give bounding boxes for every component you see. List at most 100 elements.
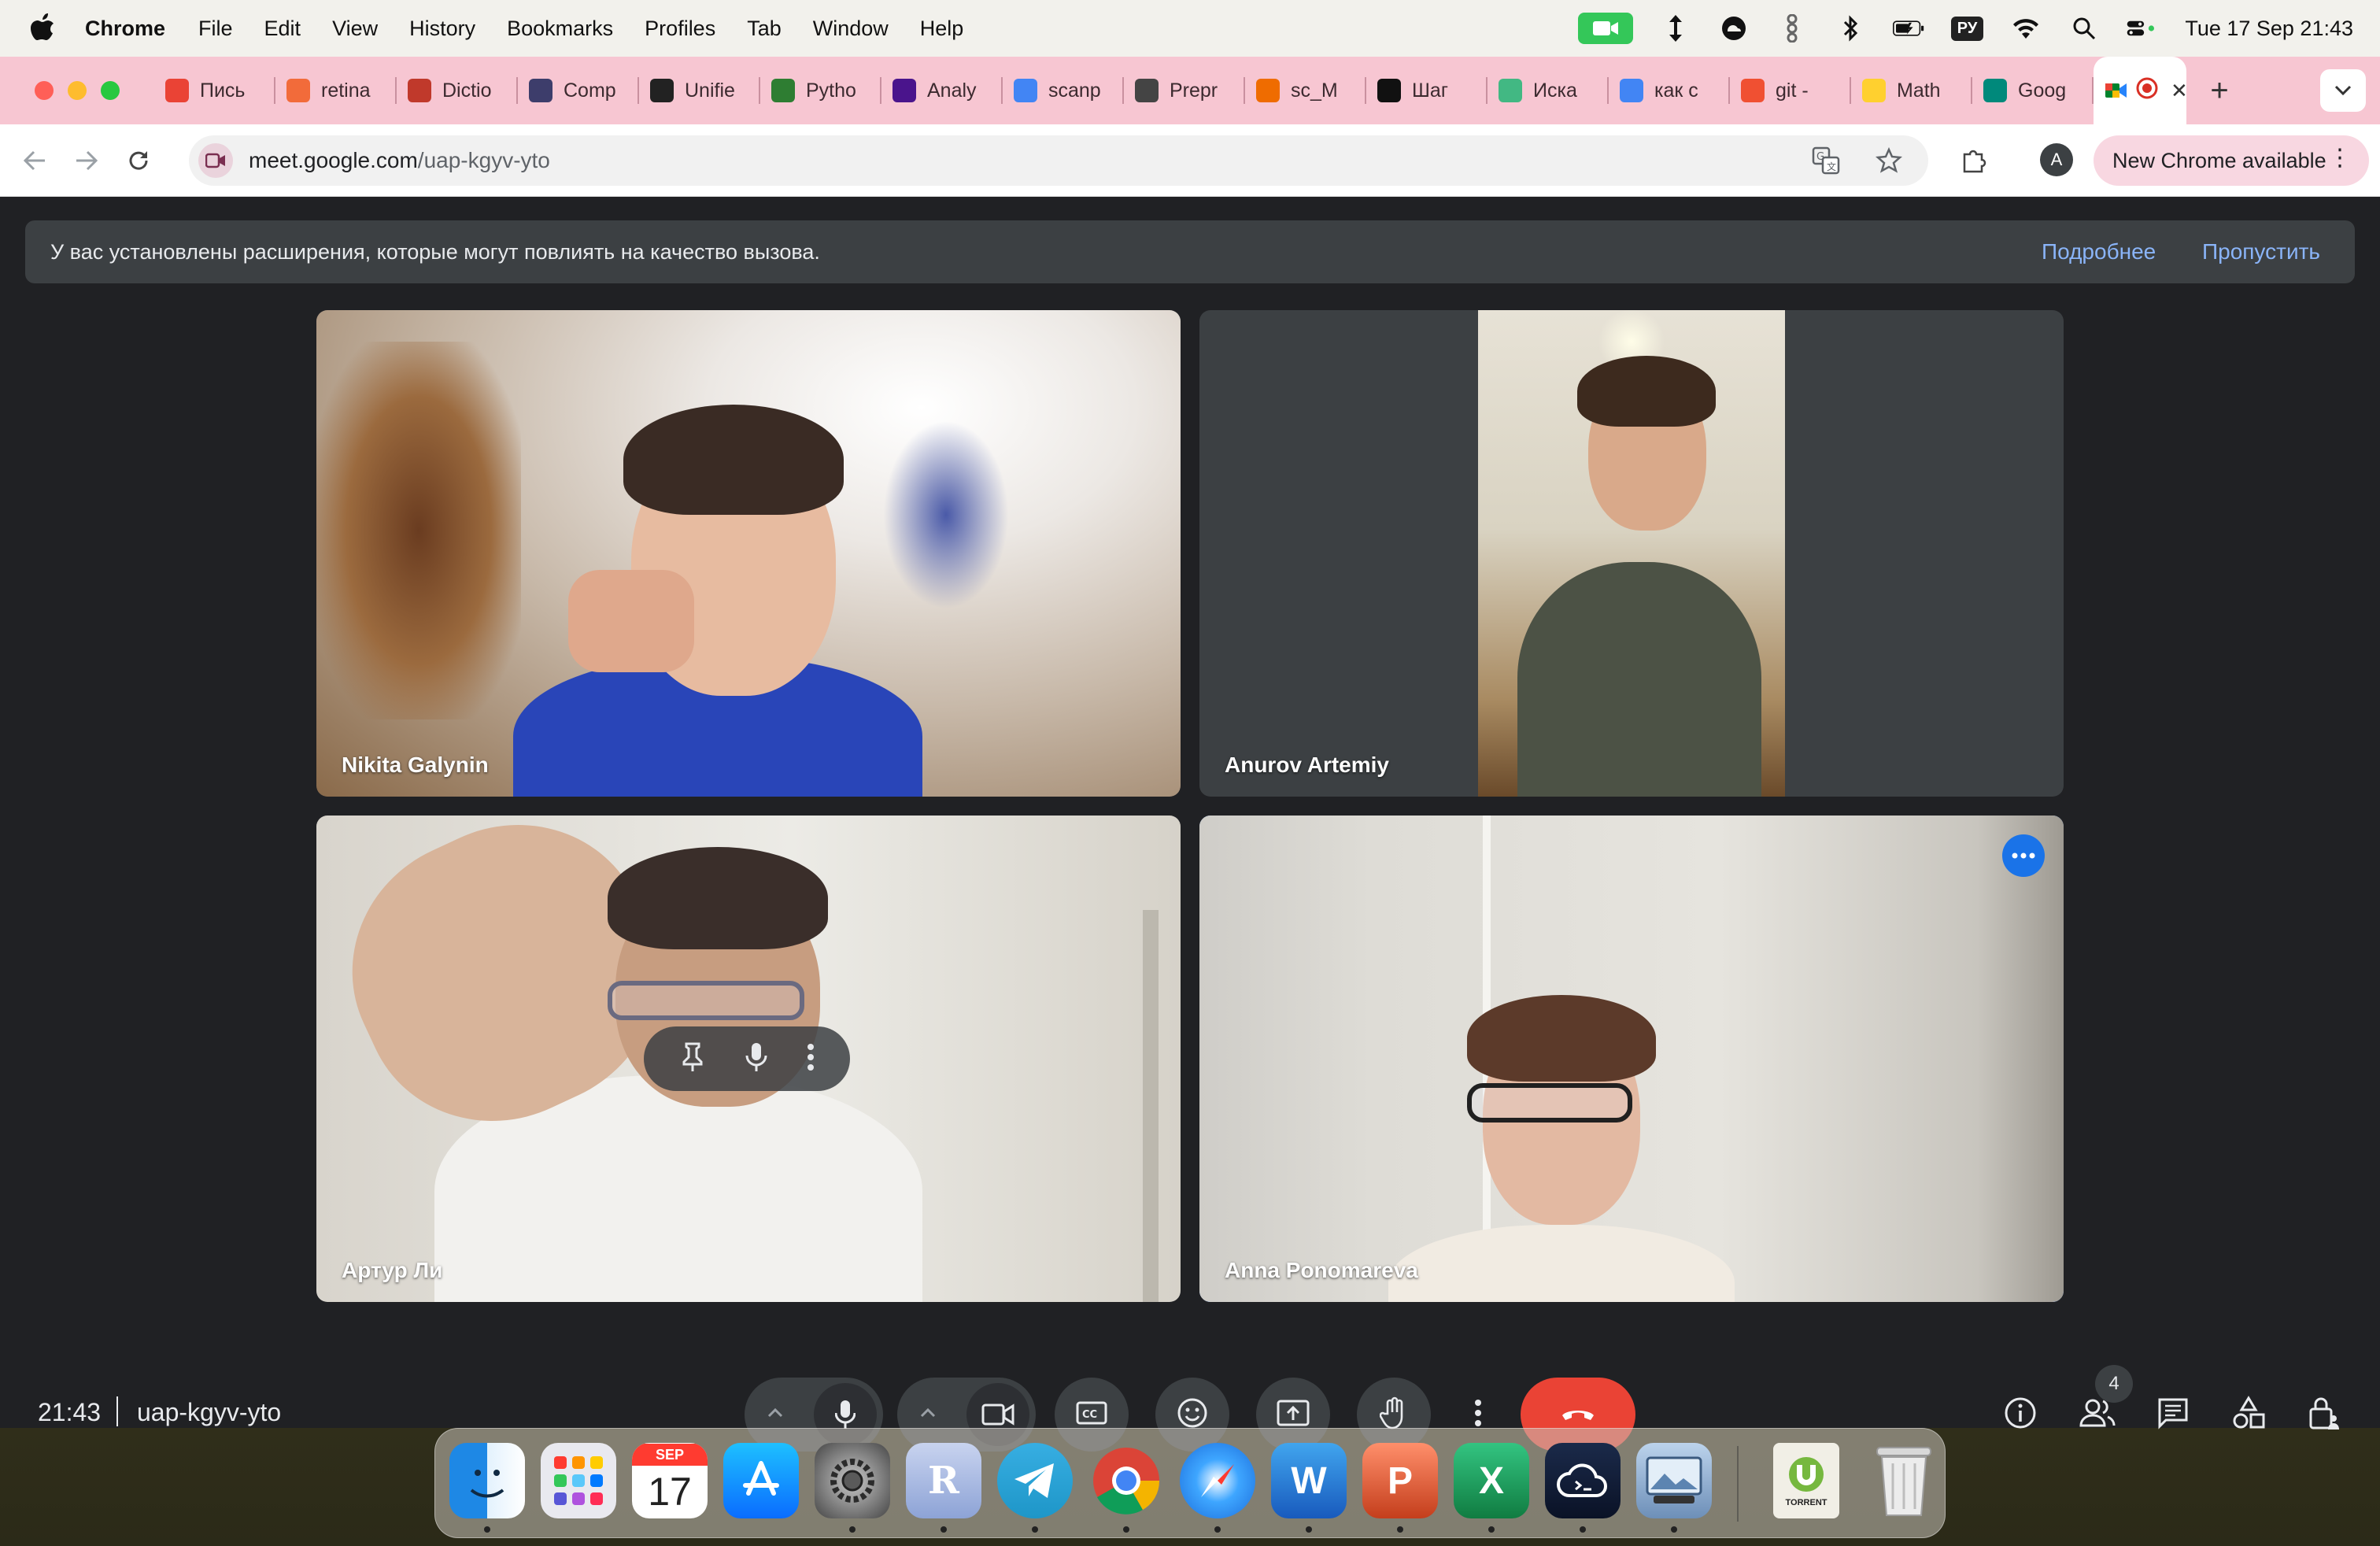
chrome-update-button[interactable]: New Chrome available ⋮ xyxy=(2094,135,2369,186)
browser-tab[interactable]: Dictio xyxy=(397,57,518,124)
tab-label: Analy xyxy=(927,79,977,102)
microphone-icon[interactable] xyxy=(745,1041,768,1077)
participant-tile-1[interactable]: Nikita Galynin xyxy=(316,310,1181,797)
site-info-icon[interactable] xyxy=(198,143,233,178)
menu-view[interactable]: View xyxy=(332,17,378,41)
spotlight-search-icon[interactable] xyxy=(2068,13,2100,44)
battery-icon[interactable] xyxy=(1892,13,1924,44)
preview-icon[interactable] xyxy=(1636,1443,1712,1518)
network-usage-icon[interactable] xyxy=(1776,13,1808,44)
browser-tab[interactable]: Prepr xyxy=(1124,57,1245,124)
telegram-icon[interactable] xyxy=(997,1443,1073,1518)
back-button[interactable] xyxy=(17,143,52,178)
browser-tab[interactable]: Math xyxy=(1851,57,1972,124)
address-bar[interactable]: meet.google.com/uap-kgyv-yto G文 xyxy=(189,135,1928,186)
menu-app-name[interactable]: Chrome xyxy=(85,17,165,41)
browser-tab[interactable]: git - xyxy=(1730,57,1851,124)
browser-tab[interactable]: Иска xyxy=(1488,57,1609,124)
menu-profiles[interactable]: Profiles xyxy=(645,17,715,41)
tab-search-button[interactable] xyxy=(2320,69,2366,112)
activities-button[interactable] xyxy=(2221,1387,2276,1442)
chrome-menu-icon[interactable]: ⋮ xyxy=(2328,146,2352,170)
meeting-code: uap-kgyv-yto xyxy=(137,1398,282,1426)
running-indicator xyxy=(849,1526,856,1533)
profile-avatar[interactable]: A xyxy=(2040,143,2073,176)
excel-label: X xyxy=(1478,1459,1504,1502)
translate-icon[interactable]: G文 xyxy=(1810,145,1842,176)
app-store-icon[interactable] xyxy=(723,1443,799,1518)
info-icon xyxy=(2003,1396,2038,1434)
paper-icon xyxy=(1135,79,1159,102)
menu-history[interactable]: History xyxy=(409,17,475,41)
microsoft-excel-icon[interactable]: X xyxy=(1454,1443,1529,1518)
new-tab-button[interactable]: + xyxy=(2196,67,2243,114)
chat-button[interactable] xyxy=(2145,1387,2201,1442)
participant-tile-2[interactable]: Anurov Artemiy xyxy=(1199,310,2064,797)
microsoft-word-icon[interactable]: W xyxy=(1271,1443,1347,1518)
torrent-document-icon[interactable]: TORRENT xyxy=(1773,1443,1839,1518)
more-options-icon[interactable] xyxy=(807,1043,815,1075)
cloud-sync-icon[interactable] xyxy=(1718,13,1750,44)
menu-edit[interactable]: Edit xyxy=(264,17,301,41)
system-settings-icon[interactable] xyxy=(815,1443,890,1518)
host-controls-button[interactable] xyxy=(2297,1387,2352,1442)
safari-icon[interactable] xyxy=(1180,1443,1255,1518)
finder-icon[interactable] xyxy=(449,1443,525,1518)
browser-tab[interactable]: Пись xyxy=(154,57,275,124)
running-indicator xyxy=(1032,1526,1038,1533)
zoom-window-button[interactable] xyxy=(101,81,120,100)
status-area: РУ Tue 17 Sep 21:43 xyxy=(1577,0,2353,57)
r-app-icon[interactable]: R xyxy=(906,1443,981,1518)
google-chrome-icon[interactable] xyxy=(1088,1443,1164,1518)
browser-tab[interactable]: scanp xyxy=(1003,57,1124,124)
video-options-chevron-icon[interactable] xyxy=(919,1407,937,1422)
trash-icon[interactable] xyxy=(1866,1443,1942,1518)
browser-tab[interactable]: Goog xyxy=(1972,57,2094,124)
browser-tab[interactable]: как с xyxy=(1609,57,1730,124)
browser-tab[interactable]: retina xyxy=(275,57,397,124)
menu-help[interactable]: Help xyxy=(920,17,964,41)
tile-more-options-button[interactable] xyxy=(2002,834,2045,877)
participant-tile-4[interactable]: Anna Ponomareva xyxy=(1199,816,2064,1302)
resize-arrows-icon[interactable] xyxy=(1660,13,1691,44)
tab-label: sc_M xyxy=(1291,79,1338,102)
menu-tab[interactable]: Tab xyxy=(747,17,782,41)
keyboard-layout-indicator[interactable]: РУ xyxy=(1950,16,1984,41)
reload-button[interactable] xyxy=(121,143,156,178)
menu-window[interactable]: Window xyxy=(813,17,889,41)
menu-file[interactable]: File xyxy=(198,17,233,41)
camera-in-use-icon[interactable] xyxy=(1577,13,1633,44)
wifi-icon[interactable] xyxy=(2010,13,2042,44)
browser-tab[interactable]: Pytho xyxy=(760,57,881,124)
calendar-icon[interactable]: SEP 17 xyxy=(632,1443,708,1518)
bookmark-star-icon[interactable] xyxy=(1873,145,1905,176)
menu-bar-clock[interactable]: Tue 17 Sep 21:43 xyxy=(2185,17,2353,41)
running-indicator xyxy=(1214,1526,1221,1533)
minimize-window-button[interactable] xyxy=(68,81,87,100)
browser-tab[interactable]: Analy xyxy=(881,57,1003,124)
apple-menu-icon[interactable] xyxy=(30,13,58,44)
launchpad-icon[interactable] xyxy=(541,1443,616,1518)
tab-google-meet-active[interactable]: ✕ xyxy=(2094,57,2186,124)
dismiss-banner-button[interactable]: Пропустить xyxy=(2202,239,2320,264)
forward-button[interactable] xyxy=(69,143,104,178)
participant-video xyxy=(1199,816,2064,1302)
browser-tab[interactable]: Comp xyxy=(518,57,639,124)
menu-bookmarks[interactable]: Bookmarks xyxy=(507,17,613,41)
browser-tab[interactable]: sc_M xyxy=(1245,57,1366,124)
pin-icon[interactable] xyxy=(679,1041,706,1077)
close-tab-icon[interactable]: ✕ xyxy=(2171,79,2186,103)
browser-tab[interactable]: Шаг xyxy=(1366,57,1488,124)
extensions-puzzle-icon[interactable] xyxy=(1958,145,1990,176)
participant-tile-3[interactable]: Артур Ли xyxy=(316,816,1181,1302)
learn-more-link[interactable]: Подробнее xyxy=(2042,239,2156,264)
close-window-button[interactable] xyxy=(35,81,54,100)
browser-tab[interactable]: Unifie xyxy=(639,57,760,124)
bluetooth-icon[interactable] xyxy=(1835,13,1866,44)
audio-options-chevron-icon[interactable] xyxy=(767,1407,784,1422)
control-center-icon[interactable] xyxy=(2127,13,2158,44)
cloud-shell-icon[interactable] xyxy=(1545,1443,1621,1518)
vue-icon xyxy=(1499,79,1522,102)
meeting-details-button[interactable] xyxy=(1993,1387,2048,1442)
microsoft-powerpoint-icon[interactable]: P xyxy=(1362,1443,1438,1518)
